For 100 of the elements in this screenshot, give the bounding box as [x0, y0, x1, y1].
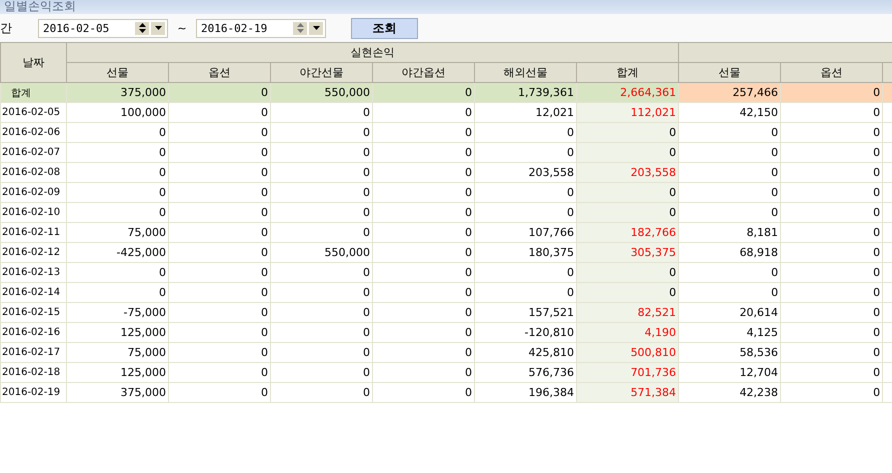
table-cell: 0: [780, 182, 883, 202]
table-cell: 4,125: [678, 322, 781, 342]
table-cell: 0: [270, 342, 372, 362]
table-cell: 701,736: [576, 362, 679, 382]
table-cell: 0: [372, 342, 474, 362]
table-cell: 0: [372, 202, 474, 222]
table-cell: 576,736: [474, 362, 576, 382]
table-cell: 0: [576, 202, 679, 222]
table-cell: 0: [168, 182, 270, 202]
table-cell: 2016-02-11: [0, 222, 66, 242]
table-cell: 0: [576, 262, 679, 282]
table-cell: 0: [372, 282, 474, 302]
table-cell: 0: [270, 362, 372, 382]
table-cell: 0: [270, 102, 372, 122]
table-cell: 0: [168, 202, 270, 222]
table-cell: 0: [270, 222, 372, 242]
column-header: 날짜: [0, 42, 66, 82]
table-cell: 합계: [0, 82, 66, 102]
table-cell: 0: [474, 282, 576, 302]
table-cell: 157,521: [474, 302, 576, 322]
table-cell: 0: [372, 222, 474, 242]
table-cell: 257,466: [678, 82, 781, 102]
table-cell: -120,810: [474, 322, 576, 342]
table-cell: 0: [168, 382, 270, 402]
table-cell: 0: [780, 322, 883, 342]
table-cell: 0: [780, 202, 883, 222]
table-cell: 0: [270, 122, 372, 142]
table-cell: 0: [372, 162, 474, 182]
column-header: 야간옵션: [372, 62, 474, 82]
table-cell: 42,150: [678, 102, 781, 122]
table-cell: 550,000: [270, 242, 372, 262]
range-separator: ~: [176, 22, 188, 34]
table-cell: 125,000: [66, 322, 168, 342]
table-cell: 0: [474, 202, 576, 222]
table-cell: 0: [780, 282, 883, 302]
table-cell: 0: [270, 302, 372, 322]
table-cell: 0: [576, 122, 679, 142]
dropdown-icon[interactable]: [309, 22, 323, 34]
table-cell: 0: [678, 142, 781, 162]
table-cell: 2,664,361: [576, 82, 679, 102]
table-cell: 0: [372, 302, 474, 322]
column-header: 해외선물: [474, 62, 576, 82]
dropdown-icon[interactable]: [151, 22, 165, 34]
table-cell: 0: [372, 242, 474, 262]
table-cell: 58,536: [678, 342, 781, 362]
table-cell: 0: [780, 362, 883, 382]
table-cell: 75,000: [66, 342, 168, 362]
table-cell: 0: [780, 382, 883, 402]
table-cell: 0: [168, 222, 270, 242]
table-cell: 0: [270, 282, 372, 302]
table-cell: 0: [474, 182, 576, 202]
table-cell: 2016-02-13: [0, 262, 66, 282]
table-cell: 0: [372, 122, 474, 142]
table-cell: 0: [66, 142, 168, 162]
table-cell: 500,810: [576, 342, 679, 362]
table-cell: 0: [372, 82, 474, 102]
table-cell: 0: [66, 202, 168, 222]
table-cell: 0: [168, 362, 270, 382]
table-cell: 2016-02-08: [0, 162, 66, 182]
table-cell: 20,614: [678, 302, 781, 322]
table-cell: 571,384: [576, 382, 679, 402]
table-cell: -75,000: [66, 302, 168, 322]
table-cell: 0: [168, 282, 270, 302]
table-cell: 305,375: [576, 242, 679, 262]
table-cell: 0: [270, 162, 372, 182]
table-cell: 375,000: [66, 82, 168, 102]
table-cell: 0: [780, 122, 883, 142]
table-cell: 2016-02-06: [0, 122, 66, 142]
table-cell: 425,810: [474, 342, 576, 362]
table-cell: 0: [678, 122, 781, 142]
table-cell: 0: [576, 182, 679, 202]
table-cell: 0: [780, 302, 883, 322]
table-cell: 0: [678, 262, 781, 282]
table-cell: 0: [270, 382, 372, 402]
table-cell: 0: [66, 282, 168, 302]
table-cell: 0: [780, 222, 883, 242]
date-field[interactable]: 2016-02-19: [196, 18, 326, 38]
table-cell: 0: [678, 202, 781, 222]
table-cell: 0: [576, 142, 679, 162]
table-cell: 0: [678, 282, 781, 302]
table-cell: 12,704: [678, 362, 781, 382]
table-cell: 112,021: [576, 102, 679, 122]
table-cell: 0: [780, 262, 883, 282]
table-cell: -425,000: [66, 242, 168, 262]
table-cell: 375,000: [66, 382, 168, 402]
spinner-icon[interactable]: [135, 22, 149, 34]
search-button[interactable]: 조회: [351, 18, 418, 38]
table-cell: 107,766: [474, 222, 576, 242]
table-cell: 182,766: [576, 222, 679, 242]
table-cell: 1,739,361: [474, 82, 576, 102]
date-field[interactable]: 2016-02-05: [38, 18, 168, 38]
table-cell: 0: [168, 82, 270, 102]
table-cell: 0: [372, 262, 474, 282]
table-cell: 0: [66, 122, 168, 142]
table-cell: 0: [168, 302, 270, 322]
table-cell: 0: [168, 342, 270, 362]
table-cell: 2016-02-12: [0, 242, 66, 262]
table-cell: 0: [66, 262, 168, 282]
table-cell: 0: [372, 362, 474, 382]
table-cell: 42,238: [678, 382, 781, 402]
